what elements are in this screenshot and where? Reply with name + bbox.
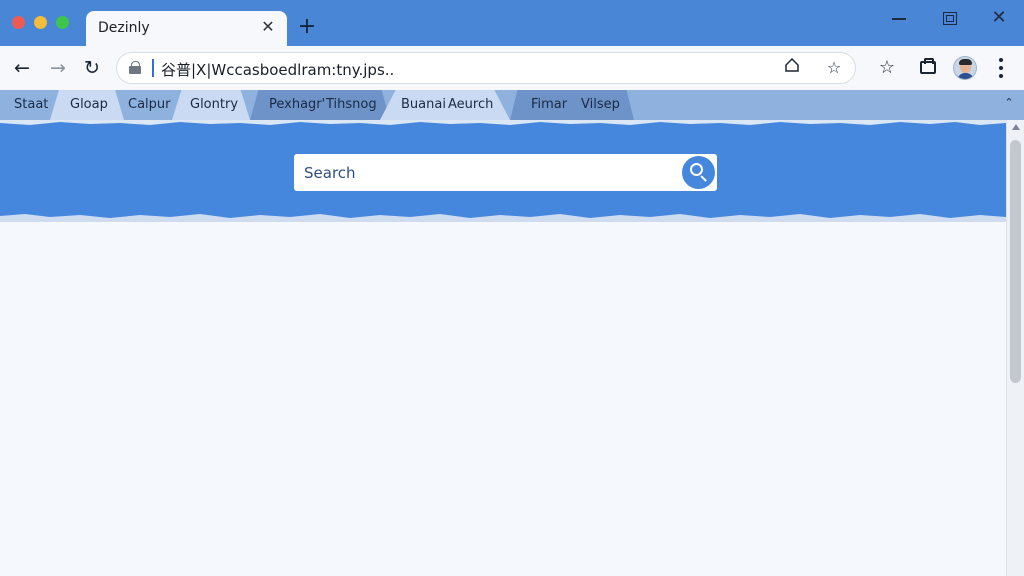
torn-edge-top — [0, 120, 1006, 125]
bookmarks-bar: Staat Gloap Calpur Glontry Pexhagr' Tihs… — [0, 90, 1024, 120]
extensions-icon[interactable] — [916, 56, 940, 80]
bookmarks-star-icon[interactable]: ☆ — [875, 56, 899, 80]
new-tab-button[interactable]: + — [296, 16, 318, 38]
search-button[interactable] — [682, 156, 715, 189]
url-text[interactable]: 谷普|X|Wccasboedlram:tny.jps.. — [161, 59, 394, 80]
lock-icon[interactable] — [129, 61, 142, 74]
search-box — [294, 154, 717, 191]
search-icon — [690, 163, 703, 176]
bookmark-star-icon[interactable]: ☆ — [823, 57, 845, 79]
bookmark-item[interactable]: Pexhagr' — [269, 90, 325, 120]
close-button[interactable]: ✕ — [989, 9, 1009, 27]
title-bar: Dezinly ✕ + ✕ — [0, 0, 1024, 46]
close-window-dot[interactable] — [12, 16, 25, 29]
bookmark-item[interactable]: Calpur — [128, 90, 171, 120]
bookmark-item[interactable]: Aeurch — [448, 90, 493, 120]
bookmark-item[interactable]: Gloap — [70, 90, 108, 120]
torn-edge-bottom — [0, 214, 1006, 222]
bookmark-item[interactable]: Staat — [14, 90, 48, 120]
bookmark-item[interactable]: Glontry — [190, 90, 238, 120]
bookmark-item[interactable]: Fimar — [531, 90, 567, 120]
install-app-icon[interactable] — [781, 57, 803, 79]
text-cursor — [152, 59, 154, 77]
bookmark-item[interactable]: Vilsep — [581, 90, 620, 120]
bookmark-item[interactable]: Tihsnog — [326, 90, 377, 120]
minimize-button[interactable] — [889, 9, 909, 27]
reload-button[interactable]: ↻ — [80, 56, 104, 80]
page-content — [0, 120, 1006, 576]
restore-button[interactable] — [940, 9, 960, 27]
vertical-scrollbar[interactable] — [1006, 120, 1024, 576]
scroll-thumb[interactable] — [1010, 140, 1021, 383]
tab-title: Dezinly — [98, 20, 150, 36]
bookmark-item[interactable]: Buanai — [401, 90, 446, 120]
minimize-window-dot[interactable] — [34, 16, 47, 29]
forward-button[interactable]: → — [46, 56, 70, 80]
search-input[interactable] — [294, 154, 674, 191]
browser-toolbar: ← → ↻ 谷普|X|Wccasboedlram:tny.jps.. ☆ ☆ — [0, 46, 1024, 90]
browser-tab[interactable]: Dezinly ✕ — [86, 11, 287, 46]
back-button[interactable]: ← — [10, 56, 34, 80]
profile-avatar[interactable] — [953, 56, 977, 80]
bookmarks-overflow-icon[interactable]: ⌃ — [1002, 96, 1016, 114]
scroll-up-icon[interactable] — [1012, 124, 1020, 130]
hero-banner — [0, 120, 1006, 222]
address-bar[interactable]: 谷普|X|Wccasboedlram:tny.jps.. ☆ — [116, 52, 856, 84]
zoom-window-dot[interactable] — [56, 16, 69, 29]
tab-close-icon[interactable]: ✕ — [259, 18, 277, 36]
menu-dots-icon[interactable] — [992, 56, 1010, 80]
